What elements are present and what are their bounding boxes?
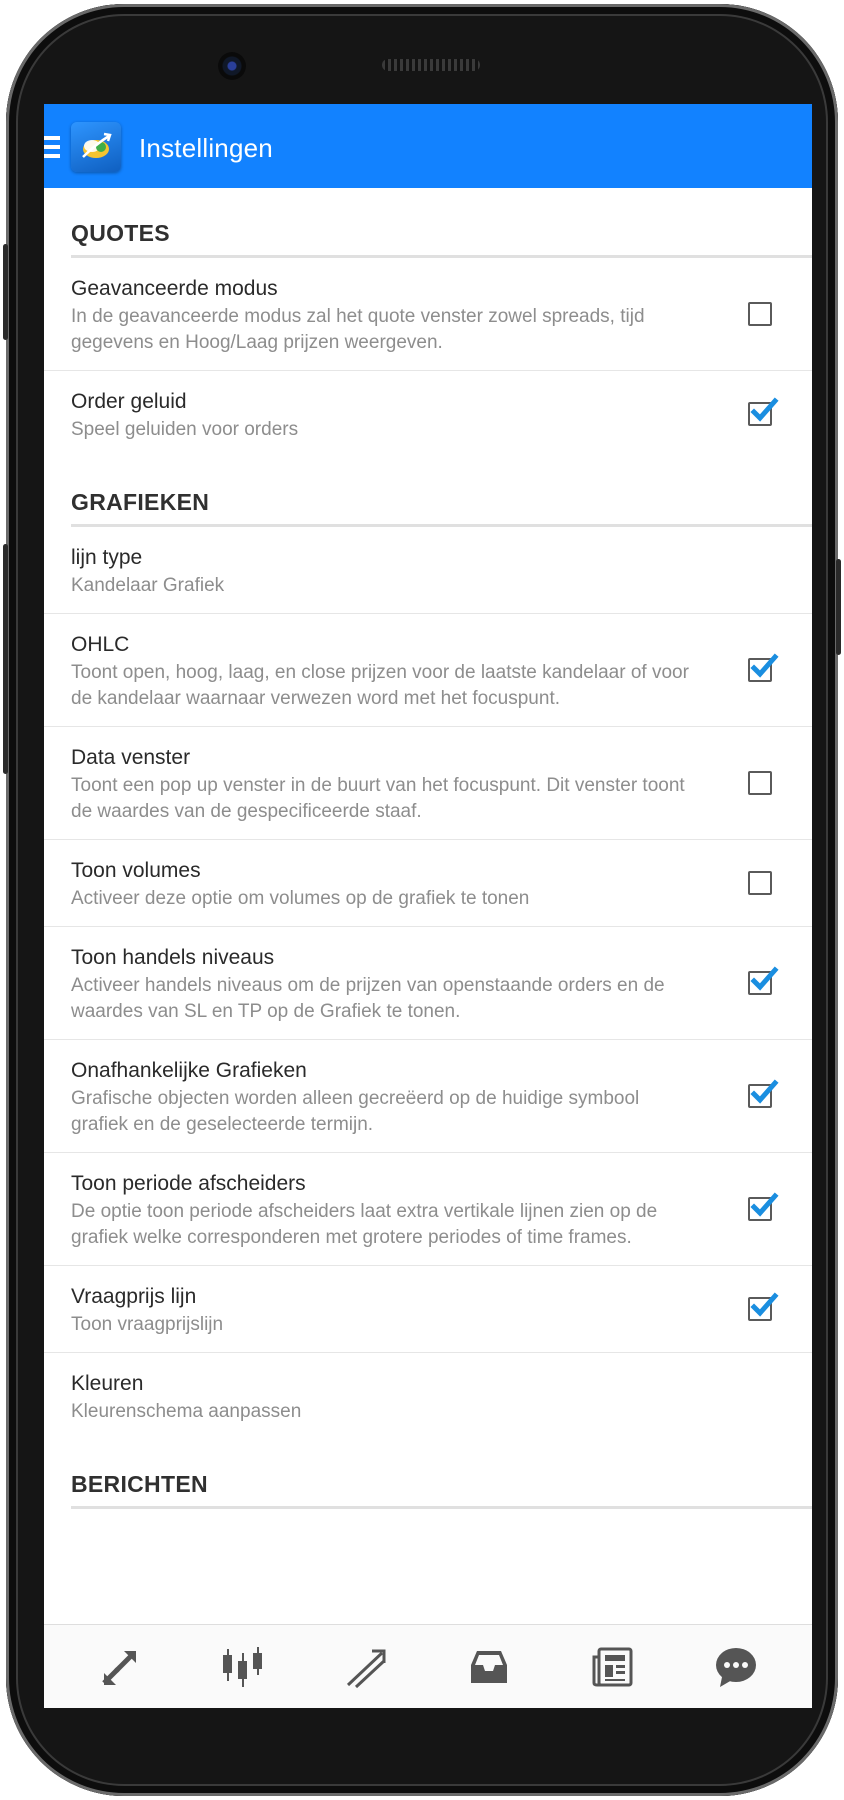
section-header: BERICHTEN [44,1439,812,1509]
setting-title: Order geluid [71,390,187,413]
section-header: QUOTES [44,188,812,258]
setting-title: Data venster [71,746,191,769]
setting-row[interactable]: Kleuren Kleurenschema aanpassen [44,1353,812,1439]
setting-title: Kleuren [71,1372,144,1395]
checkbox-checked[interactable] [748,1192,779,1221]
setting-title: Vraagprijs lijn [71,1285,197,1308]
earpiece-speaker [382,59,480,71]
setting-row[interactable]: Geavanceerde modus In de geavanceerde mod… [44,258,812,371]
history-icon[interactable] [465,1643,513,1691]
setting-description: Grafische objecten worden alleen gecreëe… [71,1088,640,1135]
checkbox-unchecked[interactable] [748,302,772,326]
setting-title: Toon volumes [71,859,201,882]
setting-title: Onafhankelijke Grafieken [71,1059,307,1082]
screen: Instellingen QUOTES Geavanceerde modus In … [44,104,812,1708]
setting-description: Activeer handels niveaus om de prijzen v… [71,975,665,1022]
trade-icon[interactable] [342,1643,390,1691]
news-icon[interactable] [589,1643,637,1691]
setting-title: OHLC [71,633,130,656]
setting-description: Speel geluiden voor orders [71,419,299,440]
checkbox-checked[interactable] [748,966,779,995]
setting-row[interactable]: Toon handels niveaus Activeer handels niv… [44,927,812,1040]
side-button [836,559,841,655]
settings-list[interactable]: QUOTES Geavanceerde modus In de geavanceer… [44,188,812,1624]
setting-description: Kleurenschema aanpassen [71,1401,302,1422]
setting-row[interactable]: Onafhankelijke Grafieken Grafische object… [44,1040,812,1153]
app-logo [71,122,121,172]
chat-icon[interactable] [712,1643,760,1691]
quotes-icon[interactable] [96,1643,144,1691]
setting-title: lijn type [71,546,143,569]
setting-description: In de geavanceerde modus zal het quote v… [71,306,645,353]
setting-title: Toon handels niveaus [71,946,275,969]
setting-row[interactable]: lijn type Kandelaar Grafiek [44,527,812,614]
setting-row[interactable]: Data venster Toont een pop up venster in … [44,727,812,840]
setting-description: Kandelaar Grafiek [71,575,225,596]
section-title: GRAFIEKEN [71,489,210,515]
front-camera [218,52,246,80]
setting-row[interactable]: Vraagprijs lijn Toon vraagprijslijn [44,1266,812,1353]
page-title: Instellingen [139,133,273,163]
bottom-nav [44,1624,812,1708]
setting-description: Toont open, hoog, laag, en close prijzen… [71,662,689,709]
setting-description: De optie toon periode afscheiders laat e… [71,1201,658,1248]
section-divider [71,1506,812,1509]
checkbox-checked[interactable] [748,653,779,682]
setting-row[interactable]: Toon periode afscheiders De optie toon pe… [44,1153,812,1266]
checkbox-unchecked[interactable] [748,771,772,795]
checkbox-checked[interactable] [748,397,779,426]
setting-description: Activeer deze optie om volumes op de gra… [71,888,530,909]
checkbox-checked[interactable] [748,1292,779,1321]
setting-description: Toon vraagprijslijn [71,1314,224,1335]
section-title: QUOTES [71,220,170,246]
setting-description: Toont een pop up venster in de buurt van… [71,775,685,822]
phone-frame: Instellingen QUOTES Geavanceerde modus In … [3,4,841,1796]
setting-row[interactable]: Order geluid Speel geluiden voor orders [44,371,812,457]
side-button [3,244,8,340]
app-bar: Instellingen [44,104,812,188]
section-title: BERICHTEN [71,1471,208,1497]
setting-row[interactable]: OHLC Toont open, hoog, laag, en close pri… [44,614,812,727]
setting-title: Toon periode afscheiders [71,1172,306,1195]
section-header: GRAFIEKEN [44,457,812,527]
checkbox-unchecked[interactable] [748,871,772,895]
setting-title: Geavanceerde modus [71,277,278,300]
side-button [3,544,8,774]
menu-icon[interactable] [44,136,60,158]
checkbox-checked[interactable] [748,1079,779,1108]
setting-row[interactable]: Toon volumes Activeer deze optie om volum… [44,840,812,927]
chart-icon[interactable] [218,1643,266,1691]
